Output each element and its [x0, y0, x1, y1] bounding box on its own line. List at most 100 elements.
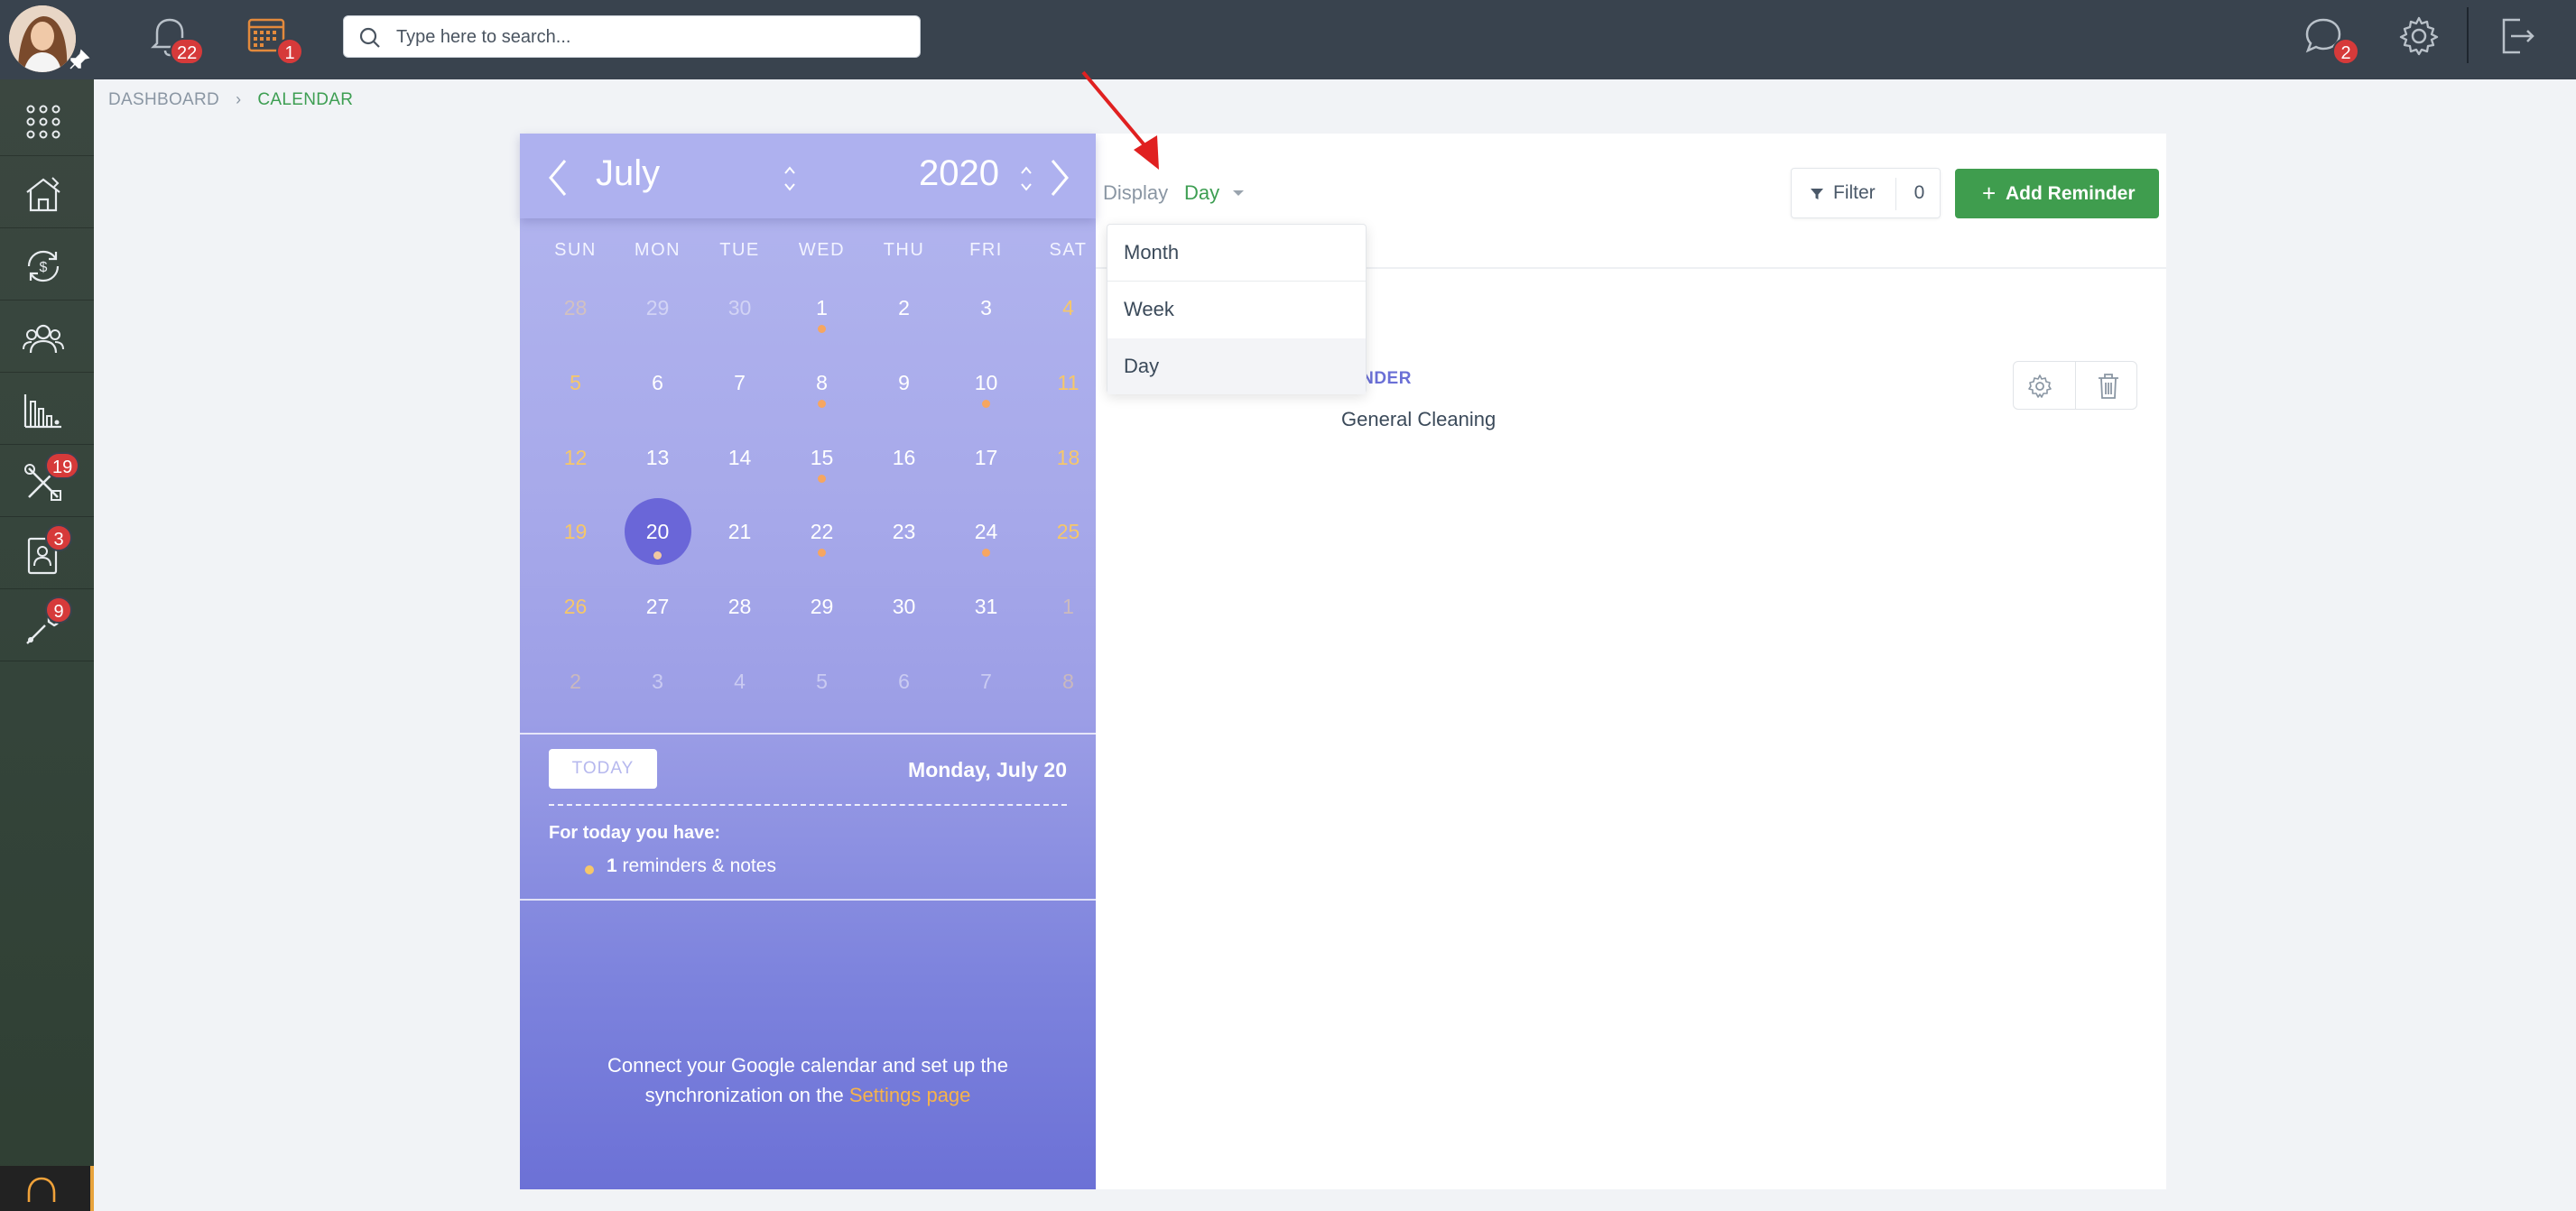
calendar-day[interactable]: 28	[699, 588, 781, 624]
calendar-day[interactable]: 8	[1027, 663, 1109, 699]
calendar-day[interactable]: 28	[534, 290, 616, 326]
logout-icon[interactable]	[2491, 11, 2542, 61]
headset-icon	[27, 1177, 56, 1202]
sidebar-help[interactable]	[0, 1166, 94, 1211]
calendar-day[interactable]: 3	[616, 663, 699, 699]
calendar-day-number: 7	[734, 371, 746, 394]
calendar-day-number: 28	[727, 595, 752, 618]
breadcrumb-dashboard[interactable]: DASHBOARD	[108, 90, 219, 109]
calendar-day[interactable]: 8	[781, 365, 863, 401]
calendar-day[interactable]: 5	[781, 663, 863, 699]
calendar-day[interactable]: 29	[781, 588, 863, 624]
calendar-day[interactable]: 12	[534, 439, 616, 476]
weekday-label: FRI	[969, 240, 1003, 260]
sidebar-item-apps[interactable]	[0, 84, 94, 156]
year-updown-icon[interactable]	[1018, 161, 1034, 197]
calendar-day[interactable]: 2	[863, 290, 945, 326]
calendar-day[interactable]: 7	[699, 365, 781, 401]
calendar-panel: July 2020 SUN MON TUE WED THU FRI SAT 28 29 30 1 2…	[520, 134, 1096, 1189]
apps-grid-icon	[26, 105, 60, 139]
prev-month-chevron-icon[interactable]	[540, 157, 576, 199]
calendar-day[interactable]: 6	[616, 365, 699, 401]
sidebar-item-finance[interactable]: $	[0, 228, 94, 300]
sidebar-item-properties[interactable]	[0, 156, 94, 228]
calendar-day[interactable]: 3	[945, 290, 1027, 326]
calendar-day[interactable]: 30	[863, 588, 945, 624]
settings-gear-icon[interactable]	[2394, 11, 2444, 61]
calendar-day[interactable]: 24	[945, 513, 1027, 550]
calendar-day[interactable]: 26	[534, 588, 616, 624]
calendar-day[interactable]: 9	[863, 365, 945, 401]
user-avatar[interactable]	[9, 5, 76, 72]
calendar-day[interactable]: 14	[699, 439, 781, 476]
calendar-day[interactable]: 2	[534, 663, 616, 699]
calendar-day[interactable]: 10	[945, 365, 1027, 401]
calendar-day[interactable]: 1	[781, 290, 863, 326]
next-month-chevron-icon[interactable]	[1042, 157, 1078, 199]
calendar-day-number: 24	[974, 520, 998, 543]
sidebar-item-maintenance[interactable]: 19	[0, 445, 94, 517]
calendar-day[interactable]: 13	[616, 439, 699, 476]
filter-button[interactable]: Filter 0	[1791, 168, 1941, 218]
calendar-day[interactable]: 25	[1027, 513, 1109, 550]
maintenance-badge: 19	[45, 452, 80, 479]
dropdown-option-week[interactable]: Week	[1107, 282, 1366, 337]
calendar-day[interactable]: 29	[616, 290, 699, 326]
sidebar-item-repairs[interactable]: 9	[0, 589, 94, 661]
calendar-day[interactable]: 17	[945, 439, 1027, 476]
calendar-day[interactable]: 30	[699, 290, 781, 326]
weekday-label: MON	[634, 240, 681, 260]
dropdown-option-month[interactable]: Month	[1107, 225, 1366, 281]
settings-page-link[interactable]: Settings page	[849, 1084, 971, 1106]
calendar-day-number: 26	[563, 595, 588, 618]
calendar-day[interactable]: 7	[945, 663, 1027, 699]
calendar-day[interactable]: 6	[863, 663, 945, 699]
calendar-day[interactable]: 23	[863, 513, 945, 550]
bar-chart-icon	[23, 394, 61, 429]
search-input[interactable]	[396, 22, 902, 52]
calendar-day[interactable]: 4	[699, 663, 781, 699]
contacts-badge: 3	[45, 524, 72, 551]
calendar-day[interactable]: 16	[863, 439, 945, 476]
year-label[interactable]: 2020	[919, 153, 999, 194]
reminder-settings-gear-icon[interactable]	[2026, 373, 2053, 400]
sidebar-item-contacts[interactable]: 3	[0, 517, 94, 589]
pin-icon[interactable]	[69, 49, 90, 70]
dropdown-option-day[interactable]: Day	[1107, 338, 1366, 394]
calendar-day[interactable]: 19	[534, 513, 616, 550]
calendar-day[interactable]: 4	[1027, 290, 1109, 326]
add-reminder-label: Add Reminder	[2006, 183, 2136, 204]
month-updown-icon[interactable]	[782, 161, 798, 197]
today-reminders-summary[interactable]: 1 reminders & notes	[607, 855, 776, 877]
reminder-title[interactable]: General Cleaning	[1341, 408, 1496, 431]
top-bar: 22 1 2	[0, 0, 2576, 79]
search-box[interactable]	[343, 15, 921, 58]
sidebar-item-people[interactable]	[0, 300, 94, 373]
calendar-day[interactable]: 11	[1027, 365, 1109, 401]
breadcrumb-current: CALENDAR	[257, 90, 354, 109]
calendar-day-number: 5	[816, 670, 828, 693]
calendar-day[interactable]: 18	[1027, 439, 1109, 476]
sidebar-item-reports[interactable]	[0, 373, 94, 445]
calendar-day[interactable]: 15	[781, 439, 863, 476]
add-reminder-button[interactable]: + Add Reminder	[1955, 169, 2159, 218]
google-connect-text: Connect your Google calendar and set up …	[574, 1050, 1042, 1110]
calendar-day-selected[interactable]: 20	[616, 498, 699, 565]
users-icon	[23, 324, 64, 354]
caret-down-icon[interactable]	[1231, 188, 1246, 199]
month-label[interactable]: July	[596, 153, 660, 194]
calendar-day[interactable]: 27	[616, 588, 699, 624]
display-select[interactable]: Day	[1184, 181, 1219, 205]
calendar-day[interactable]: 21	[699, 513, 781, 550]
event-dot	[818, 549, 826, 557]
calendar-day[interactable]: 1	[1027, 588, 1109, 624]
today-button[interactable]: TODAY	[549, 749, 657, 789]
calendar-day-number: 27	[645, 595, 670, 618]
calendar-day[interactable]: 31	[945, 588, 1027, 624]
reminder-trash-icon[interactable]	[2095, 372, 2122, 401]
filter-separator	[1895, 178, 1896, 210]
event-dot	[982, 400, 990, 408]
calendar-day[interactable]: 5	[534, 365, 616, 401]
calendar-day[interactable]: 22	[781, 513, 863, 550]
calendar-header: July 2020	[520, 134, 1096, 218]
